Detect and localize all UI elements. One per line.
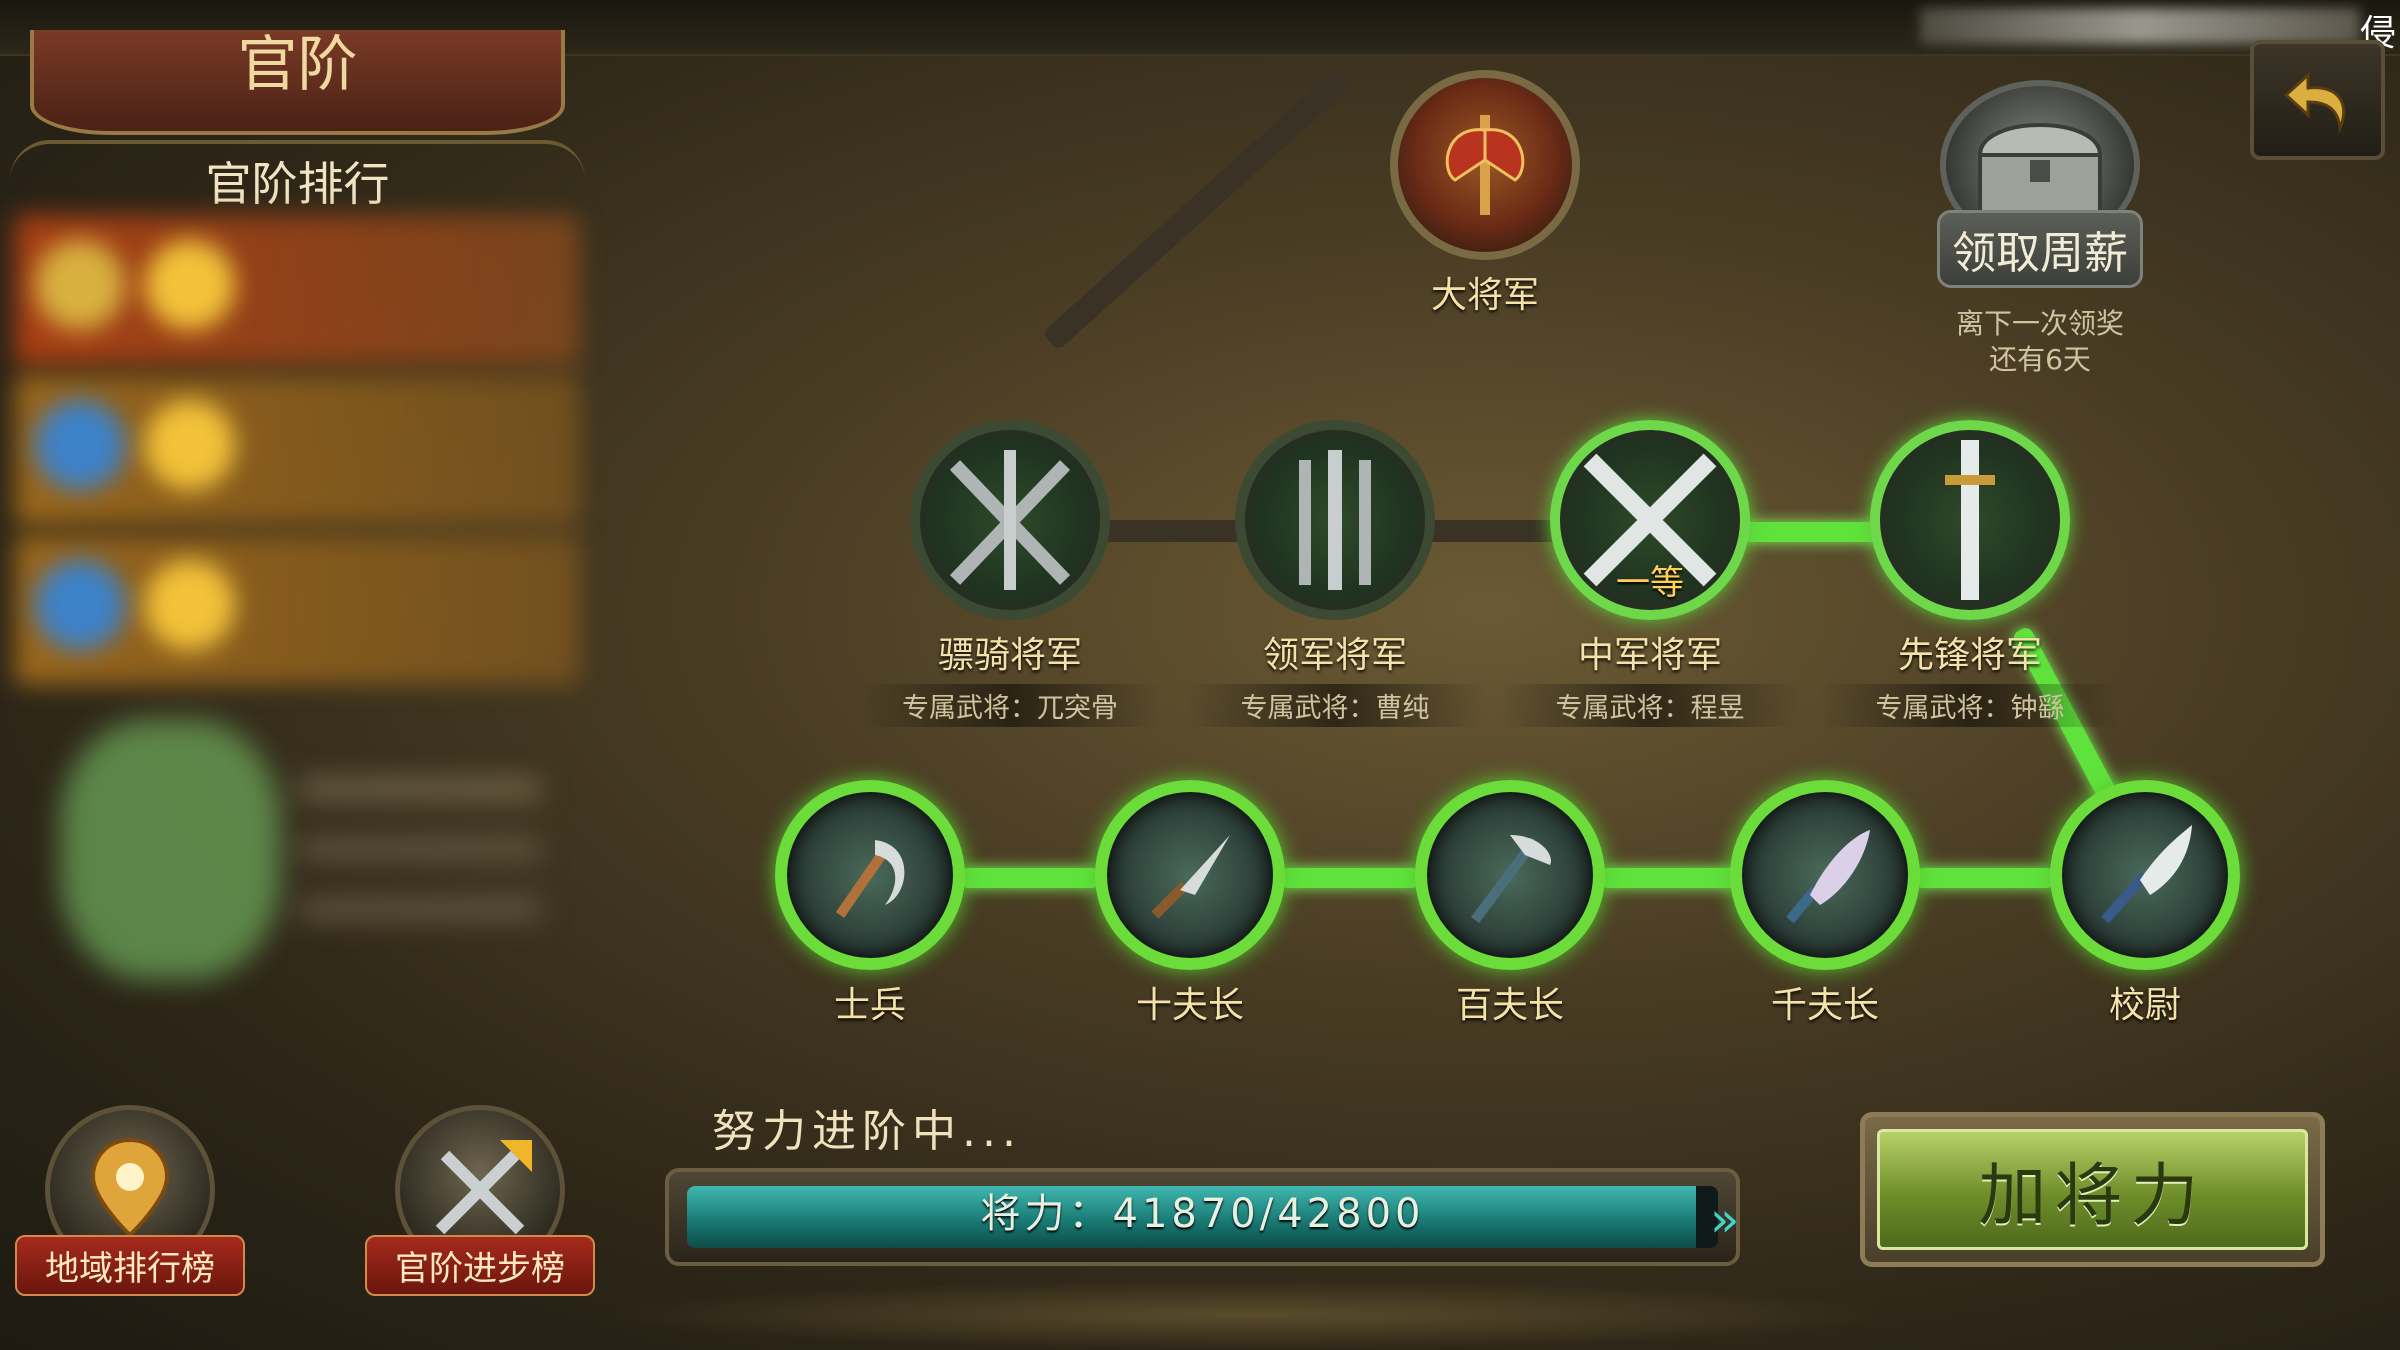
rank-name: 校尉 [2108,985,2181,1026]
guandao-icon [2050,780,2240,970]
rank-name: 骠骑将军 [937,635,1082,676]
page-title: 官阶 [30,30,565,135]
claim-weekly-salary-button[interactable]: 领取周薪 [1937,210,2143,288]
single-sword-icon [1870,420,2070,620]
rank-name: 领军将军 [1262,635,1407,676]
rank-node-grand-general[interactable]: 大将军 [1355,70,1615,318]
ranking-title: 官阶排行 [10,140,585,211]
weekly-salary-reward[interactable]: 领取周薪 离下一次领奖 还有6天 [1895,80,2185,378]
list-item[interactable] [15,375,580,525]
path-connector [1041,65,1356,351]
rank-exclusive-general: 专属武将：兀突骨 [860,684,1160,727]
list-item[interactable] [15,215,580,365]
reward-countdown: 离下一次领奖 还有6天 [1955,307,2124,376]
rank-node-captain[interactable]: 校尉 [2045,780,2245,1028]
rank-name: 千夫长 [1770,985,1879,1026]
rank-node-general-1[interactable]: 骠骑将军 专属武将：兀突骨 [860,420,1160,727]
path-connector-lit [1280,868,1420,888]
triple-swords-icon [1235,420,1435,620]
power-progress-text: 将力：41870/42800 [980,1191,1425,1237]
halberd-icon [1415,780,1605,970]
crossed-swords-icon: 一等 [1550,420,1750,620]
rank-grade-tag: 一等 [1616,563,1684,603]
dagger-icon [1095,780,1285,970]
rank-exclusive-general: 专属武将：程昱 [1500,684,1800,727]
path-connector-lit [1600,868,1740,888]
self-rank-entry [40,700,570,1000]
rank-node-hundred-leader[interactable]: 百夫长 [1410,780,1610,1028]
blurred-info [1920,8,2360,44]
rank-progress-label: 官阶进步榜 [365,1235,595,1296]
crossed-swords-icon [910,420,1110,620]
progress-status: 努力进阶中... [712,1106,1022,1157]
floor-decoration [600,1280,1900,1350]
rank-name: 大将军 [1430,275,1539,316]
back-arrow-icon [2283,71,2345,134]
rank-exclusive-general: 专属武将：曹纯 [1185,684,1485,727]
rank-node-thousand-leader[interactable]: 千夫长 [1725,780,1925,1028]
region-ranking-label: 地域排行榜 [15,1235,245,1296]
rank-name: 十夫长 [1135,985,1244,1026]
add-power-button[interactable]: 加将力 [1860,1112,2325,1267]
rank-node-general-4[interactable]: 先锋将军 专属武将：钟繇 [1820,420,2120,727]
axe-emblem-icon [1390,70,1580,260]
path-connector-lit [1915,868,2055,888]
rank-node-general-3[interactable]: 一等 中军将军 专属武将：程昱 [1500,420,1800,727]
rank-exclusive-general: 专属武将：钟繇 [1820,684,2120,727]
region-ranking-button[interactable]: 地域排行榜 [15,1105,245,1296]
progress-arrow-icon: » [1710,1192,1740,1248]
rank-name: 中军将军 [1577,635,1722,676]
list-item[interactable] [15,535,580,685]
add-power-label: 加将力 [1877,1129,2308,1250]
broadsword-icon [1730,780,1920,970]
power-progress-bar: 将力：41870/42800 [665,1168,1740,1266]
rank-node-general-2[interactable]: 领军将军 专属武将：曹纯 [1185,420,1485,727]
sickle-icon [775,780,965,970]
path-connector-lit [960,868,1100,888]
rank-name: 百夫长 [1455,985,1564,1026]
rank-node-ten-leader[interactable]: 十夫长 [1090,780,1290,1028]
rank-name: 先锋将军 [1897,635,2042,676]
back-button[interactable] [2250,40,2385,160]
rank-progress-button[interactable]: 官阶进步榜 [365,1105,595,1296]
ranking-list[interactable] [15,215,580,695]
rank-name: 士兵 [833,985,906,1026]
rank-node-soldier[interactable]: 士兵 [770,780,970,1028]
